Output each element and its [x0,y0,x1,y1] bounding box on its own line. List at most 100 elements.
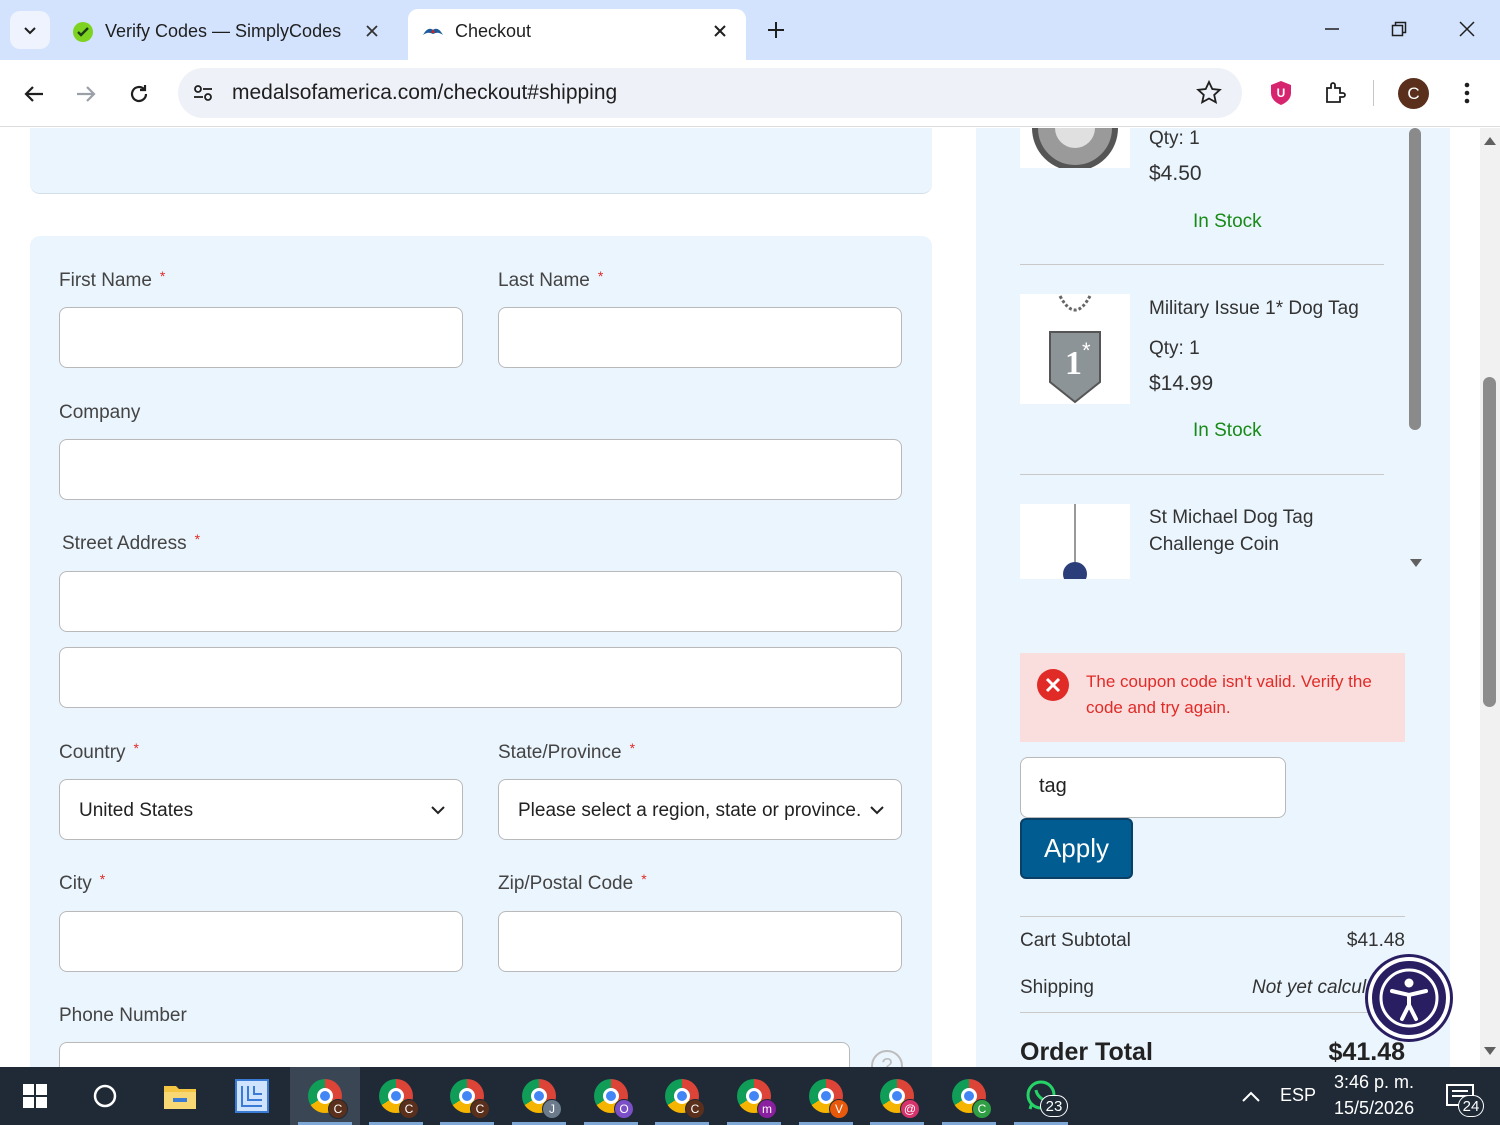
country-label: Country * [59,740,139,763]
accessibility-widget-button[interactable] [1368,957,1450,1039]
subtotal-value: $41.48 [1346,930,1405,951]
taskbar-chrome-app[interactable]: O [576,1067,646,1125]
state-select[interactable]: Please select a region, state or provinc… [498,779,902,840]
tab-search-button[interactable] [10,11,50,49]
apply-coupon-button[interactable]: Apply [1020,818,1133,879]
file-explorer-button[interactable] [145,1067,215,1125]
forward-button[interactable] [66,74,106,114]
chrome-icon: C [952,1079,992,1119]
company-field[interactable] [59,439,902,500]
page-scrollbar-thumb[interactable] [1483,377,1496,707]
chrome-icon: C [379,1079,419,1119]
phone-field[interactable] [59,1042,850,1067]
reload-button[interactable] [119,74,159,114]
cart-item-name-line2[interactable]: Challenge Coin [1149,531,1279,558]
taskbar-chrome-app[interactable]: C [432,1067,502,1125]
scroll-down-arrow-icon[interactable] [1409,558,1423,568]
chrome-icon: O [594,1079,634,1119]
windows-taskbar: C C C J O C m V @ C 23 ESP 3:46 p. m. 15… [0,1067,1500,1125]
tab-checkout[interactable]: Checkout [408,9,746,60]
street-address-line2-field[interactable] [59,647,902,708]
last-name-label: Last Name * [498,268,604,291]
app-grid-button[interactable] [217,1067,287,1125]
order-total-value: $41.48 [1328,1038,1405,1066]
close-tab-icon[interactable] [360,19,384,43]
taskbar-chrome-app[interactable]: C [647,1067,717,1125]
profile-badge: m [757,1099,777,1119]
back-button[interactable] [14,74,54,114]
shipping-label: Shipping [1020,977,1094,998]
chrome-icon: V [809,1079,849,1119]
company-label: Company [59,402,141,423]
new-tab-button[interactable] [762,16,790,44]
taskbar-chrome-app[interactable]: m [719,1067,789,1125]
profile-badge: C [685,1099,705,1119]
items-scrollbar-thumb[interactable] [1409,128,1421,430]
error-x-icon [1037,669,1069,701]
minimize-icon [1325,28,1339,30]
error-text: The coupon code isn't valid. Verify the … [1086,672,1372,717]
cart-item-image[interactable]: 1 * [1020,294,1130,404]
bookmark-star-icon[interactable] [1196,80,1222,106]
required-asterisk: * [133,740,139,756]
show-hidden-icons-button[interactable] [1216,1067,1286,1125]
dog-tag-icon: 1 * [1049,295,1101,404]
language-indicator[interactable]: ESP [1280,1085,1316,1106]
zip-label: Zip/Postal Code * [498,871,647,894]
taskbar-chrome-app[interactable]: C [361,1067,431,1125]
tab-title: Verify Codes — SimplyCodes [105,21,342,41]
accessibility-icon [1379,968,1439,1028]
cart-item-name[interactable]: Military Issue 1* Dog Tag [1149,295,1359,322]
minimize-button[interactable] [1317,14,1347,44]
city-field[interactable] [59,911,463,972]
taskbar-whatsapp-app[interactable]: 23 [1006,1067,1076,1125]
close-tab-icon[interactable] [708,19,732,43]
close-window-button[interactable] [1452,14,1482,44]
notification-count-badge: 24 [1458,1095,1484,1117]
state-label: State/Province * [498,740,636,763]
zip-field[interactable] [498,911,902,972]
taskbar-chrome-app[interactable]: @ [862,1067,932,1125]
profile-avatar[interactable]: C [1398,78,1429,109]
search-button[interactable] [70,1067,140,1125]
first-name-field[interactable] [59,307,463,368]
site-settings-icon[interactable] [190,80,216,106]
clock-time[interactable]: 3:46 p. m. [1334,1072,1414,1093]
coupon-code-input[interactable]: tag [1020,757,1286,818]
taskbar-chrome-app[interactable]: C [290,1067,360,1125]
menu-kebab-icon[interactable] [1452,78,1482,108]
address-bar[interactable]: medalsofamerica.com/checkout#shipping [178,68,1242,118]
search-circle-icon [93,1084,117,1108]
country-select[interactable]: United States [59,779,463,840]
profile-badge: V [829,1099,849,1119]
city-label: City * [59,871,106,894]
cart-item-price: $14.99 [1149,372,1214,395]
profile-badge: C [972,1099,992,1119]
cart-item-name[interactable]: St Michael Dog Tag [1149,504,1313,531]
restore-button[interactable] [1384,14,1414,44]
cart-items-list: Qty: 1 $4.50 In Stock 1 * Military Issue … [1020,128,1426,579]
taskbar-chrome-app[interactable]: C [934,1067,1004,1125]
cart-item-image[interactable] [1020,504,1130,579]
restore-icon [1391,21,1407,37]
last-name-field[interactable] [498,307,902,368]
tab-verify-codes[interactable]: Verify Codes — SimplyCodes [58,9,398,60]
notifications-button[interactable]: 24 [1430,1067,1490,1125]
start-button[interactable] [0,1067,70,1125]
scroll-down-arrow-icon[interactable] [1483,1046,1497,1056]
street-address-line1-field[interactable] [59,571,902,632]
close-icon [1459,21,1475,37]
scroll-up-arrow-icon[interactable] [1483,136,1497,146]
cart-item-image[interactable] [1020,128,1130,171]
shield-extension-icon[interactable]: U [1266,78,1296,108]
toolbar-separator [1373,80,1374,106]
cart-item-stock: In Stock [1193,211,1262,232]
svg-text:U: U [1277,86,1286,100]
profile-badge: @ [900,1099,920,1119]
chevron-down-icon [870,806,884,815]
taskbar-chrome-app[interactable]: J [504,1067,574,1125]
profile-badge: C [328,1099,348,1119]
taskbar-chrome-app[interactable]: V [791,1067,861,1125]
extensions-puzzle-icon[interactable] [1320,78,1350,108]
clock-date[interactable]: 15/5/2026 [1334,1098,1414,1119]
